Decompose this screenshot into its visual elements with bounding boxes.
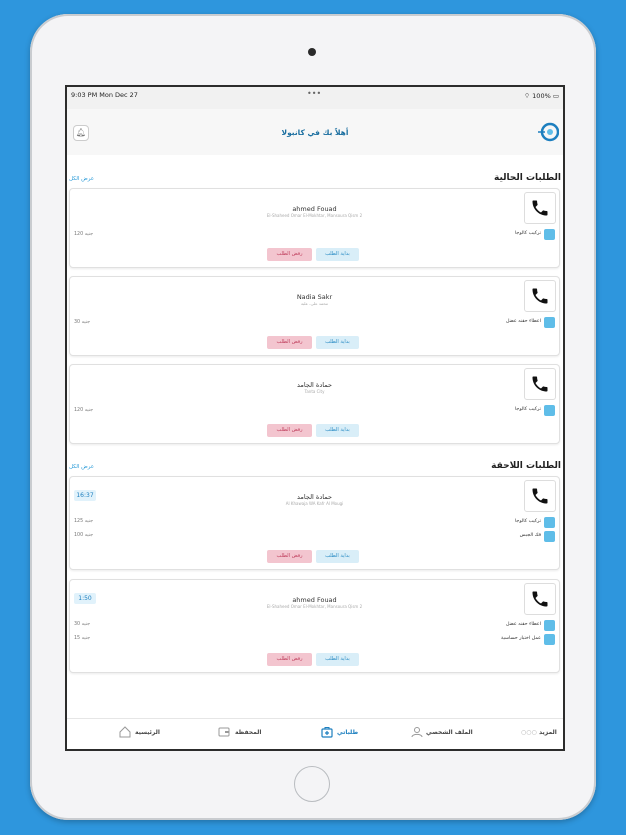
- order-card[interactable]: حمادة الجامد Tanta City تركيب كالوجا 120…: [69, 364, 560, 444]
- current-show-all-link[interactable]: عرض الكل: [69, 176, 94, 182]
- multitask-dots[interactable]: •••: [307, 89, 321, 98]
- start-order-button[interactable]: بداية الطلب: [316, 424, 359, 437]
- customer-name: Nadia Sakr: [296, 293, 333, 301]
- customer-address: محمد على، علبة: [300, 301, 329, 306]
- status-battery: ⌔ 100% ▭: [524, 91, 559, 100]
- battery-icon: ▭: [552, 92, 559, 100]
- home-button[interactable]: [294, 766, 330, 802]
- service-item: فك الجبس: [495, 531, 555, 543]
- app-logo: [538, 122, 559, 142]
- service-icon: [544, 620, 555, 631]
- service-label: تركيب كالوجا: [514, 231, 541, 236]
- order-card[interactable]: 1:50 ahmed Fouad El-Shaheed Omar El-Mokh…: [69, 579, 560, 673]
- wifi-icon: ⌔: [523, 92, 531, 100]
- service-item: عمل اختبار حساسية: [485, 634, 555, 646]
- customer-name: ahmed Fouad: [292, 596, 337, 604]
- status-time: 9:03 PM Mon Dec 27: [71, 91, 138, 99]
- customer-address: Tanta City: [304, 389, 325, 394]
- service-icon: [544, 405, 555, 416]
- service-icon: [544, 517, 555, 528]
- current-orders-title: الطلبات الحالية: [494, 173, 561, 183]
- app-screen: 9:03 PM Mon Dec 27 ••• ⌔ 100% ▭ 🔔︎ أهلاً…: [65, 85, 565, 751]
- service-label: اعطاء حقنه عضل: [506, 319, 541, 324]
- start-order-button[interactable]: بداية الطلب: [316, 550, 359, 563]
- service-price: 120 جنيه: [74, 408, 94, 413]
- service-label: تركيب كالوجا: [514, 519, 541, 524]
- reject-order-button[interactable]: رفض الطلب: [267, 248, 312, 261]
- upcoming-orders-title: الطلبات اللاحقة: [491, 461, 561, 471]
- customer-address: El-Shaheed Omar El-Mokhtar, Mansoura Qis…: [266, 604, 363, 609]
- service-item: تركيب كالوجا: [495, 229, 555, 241]
- service-item: اعطاء حقنه عضل: [485, 317, 555, 329]
- more-dots-icon: ○○○: [521, 729, 537, 736]
- tab-orders-label: طلباتي: [337, 729, 359, 736]
- start-order-button[interactable]: بداية الطلب: [316, 653, 359, 666]
- service-item: تركيب كالوجا: [495, 517, 555, 529]
- reject-order-button[interactable]: رفض الطلب: [267, 336, 312, 349]
- ipad-frame: 9:03 PM Mon Dec 27 ••• ⌔ 100% ▭ 🔔︎ أهلاً…: [30, 14, 596, 820]
- service-price: 125 جنيه: [74, 519, 94, 524]
- service-icon: [544, 229, 555, 240]
- customer-name: ahmed Fouad: [292, 205, 337, 213]
- bottom-tab-bar: الرئيسية المحفظة طلباتي الملف الشخصي ○○○…: [67, 718, 563, 749]
- service-price: 30 جنيه: [74, 622, 91, 627]
- service-item: اعطاء حقنه عضل: [485, 620, 555, 632]
- customer-name: حمادة الجامد: [297, 493, 332, 501]
- tab-home-label: الرئيسية: [135, 729, 160, 736]
- tab-wallet-label: المحفظة: [235, 729, 262, 736]
- service-price: 15 جنيه: [74, 636, 91, 641]
- home-icon: [119, 726, 131, 738]
- service-label: فك الجبس: [519, 533, 541, 538]
- page-title: أهلاً بك في كانبولا: [281, 128, 349, 137]
- service-price: 30 جنيه: [74, 320, 91, 325]
- tab-profile-label: الملف الشخصي: [426, 729, 473, 736]
- service-item: تركيب كالوجا: [495, 405, 555, 417]
- reject-order-button[interactable]: رفض الطلب: [267, 424, 312, 437]
- app-header: 🔔︎ أهلاً بك في كانبولا: [67, 109, 563, 155]
- service-price: 120 جنيه: [74, 232, 94, 237]
- start-order-button[interactable]: بداية الطلب: [316, 248, 359, 261]
- reject-order-button[interactable]: رفض الطلب: [267, 653, 312, 666]
- battery-percent: 100%: [532, 92, 551, 100]
- customer-address: Al Khawaja WA Kafr Al Mougi: [285, 501, 344, 506]
- customer-address: El-Shaheed Omar El-Mokhtar, Mansoura Qis…: [266, 213, 363, 218]
- order-card[interactable]: ahmed Fouad El-Shaheed Omar El-Mokhtar, …: [69, 188, 560, 268]
- service-label: تركيب كالوجا: [514, 407, 541, 412]
- medical-bag-icon: [321, 727, 333, 738]
- order-card[interactable]: Nadia Sakr محمد على، علبة اعطاء حقنه عضل…: [69, 276, 560, 356]
- service-icon: [544, 317, 555, 328]
- service-price: 100 جنيه: [74, 533, 94, 538]
- service-icon: [544, 634, 555, 645]
- reject-order-button[interactable]: رفض الطلب: [267, 550, 312, 563]
- order-card[interactable]: 16:37 حمادة الجامد Al Khawaja WA Kafr Al…: [69, 476, 560, 570]
- service-label: عمل اختبار حساسية: [500, 636, 541, 641]
- upcoming-show-all-link[interactable]: عرض الكل: [69, 464, 94, 470]
- customer-name: حمادة الجامد: [297, 381, 332, 389]
- camera: [308, 48, 316, 56]
- service-icon: [544, 531, 555, 542]
- user-icon: [411, 727, 423, 738]
- start-order-button[interactable]: بداية الطلب: [316, 336, 359, 349]
- wallet-icon: [218, 727, 230, 737]
- tab-more-label: المزيد: [539, 729, 557, 736]
- status-bar: 9:03 PM Mon Dec 27 ••• ⌔ 100% ▭: [67, 87, 563, 109]
- service-label: اعطاء حقنه عضل: [506, 622, 541, 627]
